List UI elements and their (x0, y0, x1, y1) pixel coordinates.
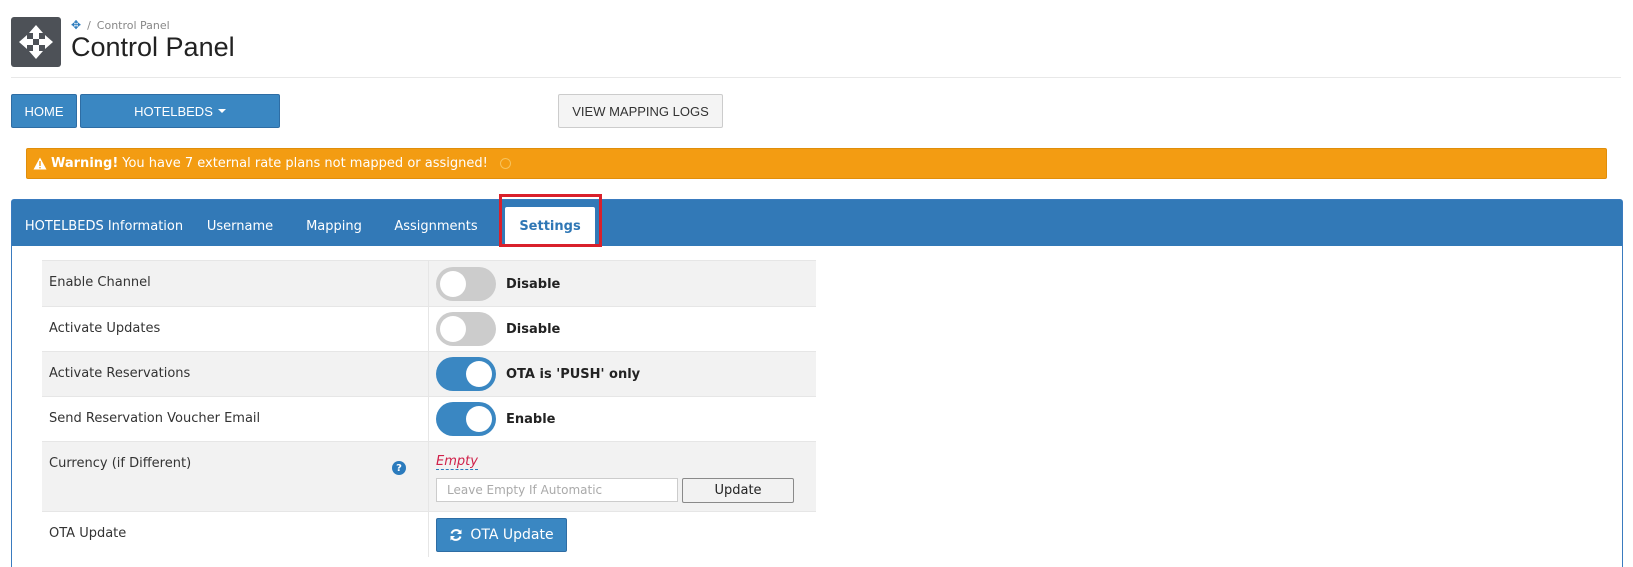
setting-row-currency: Currency (if Different) ? Empty Update (42, 441, 816, 511)
currency-value-link[interactable]: Empty (436, 454, 478, 470)
warning-triangle-icon (33, 157, 47, 170)
ota-update-label: OTA Update (470, 527, 554, 543)
toggle-status: Enable (506, 412, 556, 427)
refresh-icon (450, 529, 462, 541)
enable-channel-toggle[interactable] (436, 267, 496, 301)
ota-update-button[interactable]: OTA Update (436, 518, 567, 552)
info-icon[interactable] (499, 158, 511, 169)
send-voucher-toggle[interactable] (436, 402, 496, 436)
row-divider (428, 442, 429, 511)
setting-row-send-voucher-email: Send Reservation Voucher Email Enable (42, 396, 816, 441)
hotelbeds-dropdown-button[interactable]: HOTELBEDS (80, 94, 280, 128)
setting-label: Enable Channel (49, 275, 151, 290)
setting-row-enable-channel: Enable Channel Disable (42, 260, 816, 306)
home-button[interactable]: HOME (11, 94, 77, 128)
row-divider (428, 397, 429, 441)
row-divider (428, 352, 429, 396)
setting-row-activate-updates: Activate Updates Disable (42, 306, 816, 351)
toggle-status: Disable (506, 277, 561, 292)
toggle-knob (466, 361, 492, 387)
warning-title: Warning! (51, 156, 119, 171)
row-divider (428, 512, 429, 557)
currency-update-button[interactable]: Update (682, 478, 794, 503)
hotelbeds-label: HOTELBEDS (134, 103, 213, 119)
setting-label: Activate Updates (49, 321, 161, 336)
settings-highlight-box (499, 194, 602, 247)
caret-down-icon (217, 109, 226, 113)
setting-label: Currency (if Different) (49, 456, 192, 471)
view-mapping-logs-button[interactable]: VIEW MAPPING LOGS (558, 94, 723, 128)
home-crumb-icon[interactable]: ✥ (71, 18, 81, 32)
breadcrumb: ✥ / Control Panel (71, 18, 170, 32)
warning-alert: Warning! You have 7 external rate plans … (26, 148, 1607, 179)
row-divider (428, 261, 429, 306)
tab-bar: HOTELBEDS Information Username Mapping A… (12, 194, 1622, 247)
breadcrumb-separator: / (87, 18, 91, 32)
breadcrumb-current: Control Panel (96, 18, 170, 32)
toggle-knob (440, 316, 466, 342)
tab-username[interactable]: Username (196, 207, 284, 246)
setting-label: OTA Update (49, 526, 127, 541)
activate-reservations-toggle[interactable] (436, 357, 496, 391)
channel-panel: HOTELBEDS Information Username Mapping A… (11, 194, 1623, 567)
activate-updates-toggle[interactable] (436, 312, 496, 346)
currency-input[interactable] (436, 478, 678, 502)
setting-row-ota-update: OTA Update OTA Update (42, 511, 816, 557)
page-title: Control Panel (71, 32, 235, 62)
setting-row-activate-reservations: Activate Reservations OTA is 'PUSH' only (42, 351, 816, 396)
toggle-knob (440, 271, 466, 297)
tab-hotelbeds-information[interactable]: HOTELBEDS Information (22, 207, 186, 246)
setting-label: Activate Reservations (49, 366, 191, 381)
row-divider (428, 307, 429, 351)
warning-message: You have 7 external rate plans not mappe… (122, 156, 488, 171)
page-header: ✥ / Control Panel Control Panel (11, 10, 1621, 78)
toggle-status: OTA is 'PUSH' only (506, 367, 641, 382)
toggle-knob (466, 406, 492, 432)
tab-mapping[interactable]: Mapping (295, 207, 373, 246)
move-arrows-icon (11, 17, 61, 67)
tab-assignments[interactable]: Assignments (383, 207, 489, 246)
setting-label: Send Reservation Voucher Email (49, 411, 261, 426)
help-icon[interactable]: ? (392, 461, 406, 475)
toggle-status: Disable (506, 322, 561, 337)
